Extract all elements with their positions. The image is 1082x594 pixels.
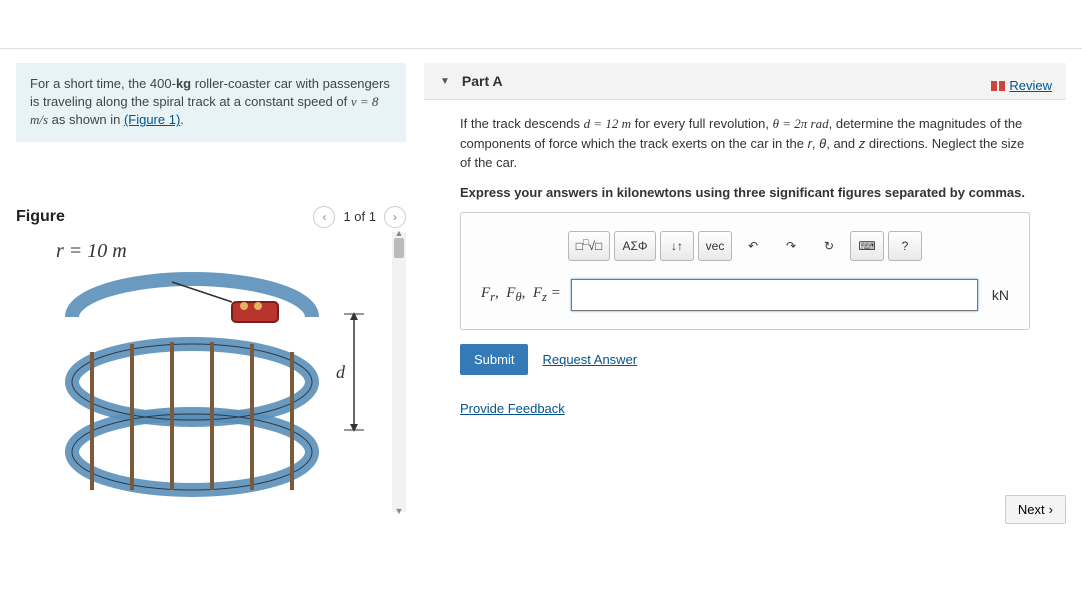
figure-link[interactable]: (Figure 1) (124, 112, 180, 127)
figure-next-button[interactable]: › (384, 206, 406, 228)
vec-button[interactable]: vec (698, 231, 732, 261)
answer-box: □□√□ ΑΣΦ ↓↑ vec ↶ ↷ ↻ ⌨ ? Fr, Fθ, Fz = k… (460, 212, 1030, 330)
unit-label: kN (992, 287, 1009, 303)
figure-title: Figure (16, 208, 65, 226)
redo-button[interactable]: ↷ (774, 231, 808, 261)
figure-counter: 1 of 1 (343, 209, 376, 224)
answer-input[interactable] (571, 279, 978, 311)
keyboard-button[interactable]: ⌨ (850, 231, 884, 261)
chevron-right-icon: › (1049, 502, 1053, 517)
scroll-down-icon[interactable]: ▼ (394, 506, 404, 516)
d-label: d (336, 362, 345, 383)
caret-down-icon: ▼ (440, 76, 450, 87)
scroll-up-icon[interactable]: ▲ (394, 228, 404, 238)
divider (0, 48, 1082, 49)
question-text: If the track descends d = 12 m for every… (460, 114, 1030, 173)
undo-button[interactable]: ↶ (736, 231, 770, 261)
answer-instruction: Express your answers in kilonewtons usin… (460, 183, 1030, 203)
review-link[interactable]: Review (991, 78, 1052, 93)
next-label: Next (1018, 502, 1045, 517)
figure-prev-button[interactable]: ‹ (313, 206, 335, 228)
flag-icon (991, 81, 1005, 91)
review-label: Review (1009, 78, 1052, 93)
help-button[interactable]: ? (888, 231, 922, 261)
provide-feedback-link[interactable]: Provide Feedback (460, 401, 565, 416)
submit-button[interactable]: Submit (460, 344, 528, 375)
figure-canvas: ▲ ▼ r = 10 m (16, 232, 406, 512)
part-label: Part A (462, 73, 503, 89)
subsup-button[interactable]: ↓↑ (660, 231, 694, 261)
templates-button[interactable]: □□√□ (568, 231, 610, 261)
answer-label: Fr, Fθ, Fz = (481, 285, 561, 305)
part-header[interactable]: ▼ Part A (424, 63, 1066, 100)
greek-button[interactable]: ΑΣΦ (614, 231, 656, 261)
equation-toolbar: □□√□ ΑΣΦ ↓↑ vec ↶ ↷ ↻ ⌨ ? (481, 231, 1009, 261)
request-answer-link[interactable]: Request Answer (542, 352, 637, 367)
templates-icon: □□√□ (576, 239, 603, 253)
problem-statement: For a short time, the 400-kg roller-coas… (16, 63, 406, 142)
spiral-track-diagram (52, 262, 352, 512)
reset-button[interactable]: ↻ (812, 231, 846, 261)
d-dimension-arrow (344, 312, 364, 432)
scrollbar-thumb[interactable] (394, 238, 404, 258)
radius-label: r = 10 m (56, 240, 127, 263)
next-button[interactable]: Next › (1005, 495, 1066, 524)
